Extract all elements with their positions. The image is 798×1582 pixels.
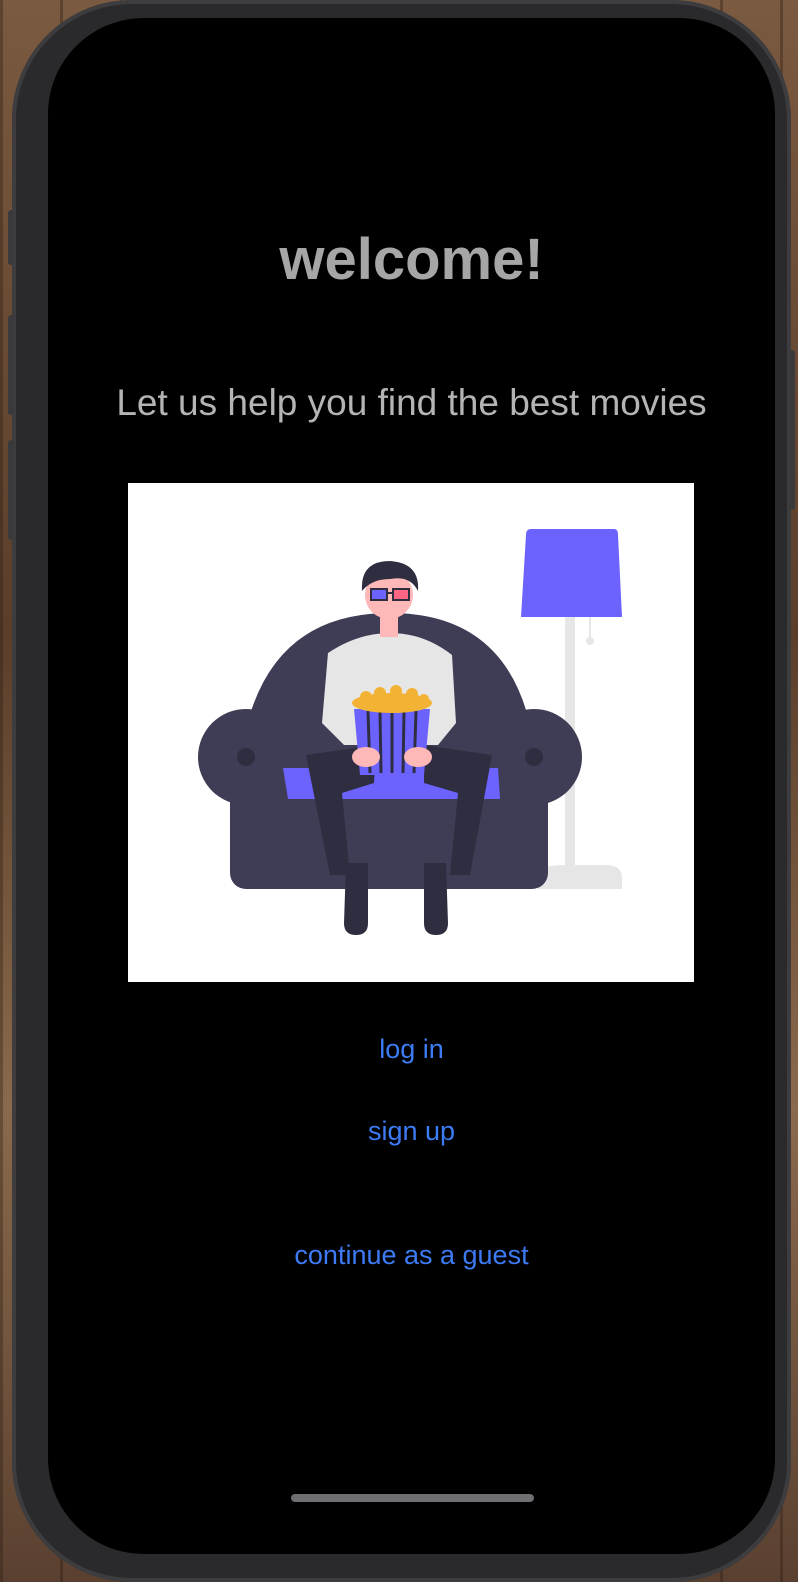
person-on-couch-illustration <box>128 483 694 982</box>
welcome-title: welcome! <box>279 227 544 292</box>
volume-up-button <box>8 315 14 415</box>
continue-as-guest-button[interactable]: continue as a guest <box>48 1240 775 1271</box>
volume-down-button <box>8 440 14 540</box>
mute-switch <box>8 210 14 265</box>
home-indicator[interactable] <box>291 1494 534 1502</box>
phone-frame: welcome! Let us help you find the best m… <box>8 0 795 1582</box>
app-screen: welcome! Let us help you find the best m… <box>48 18 775 1554</box>
power-button <box>789 350 795 510</box>
login-button[interactable]: log in <box>48 1034 775 1065</box>
signup-button[interactable]: sign up <box>48 1116 775 1147</box>
welcome-subtitle: Let us help you find the best movies <box>116 382 707 423</box>
